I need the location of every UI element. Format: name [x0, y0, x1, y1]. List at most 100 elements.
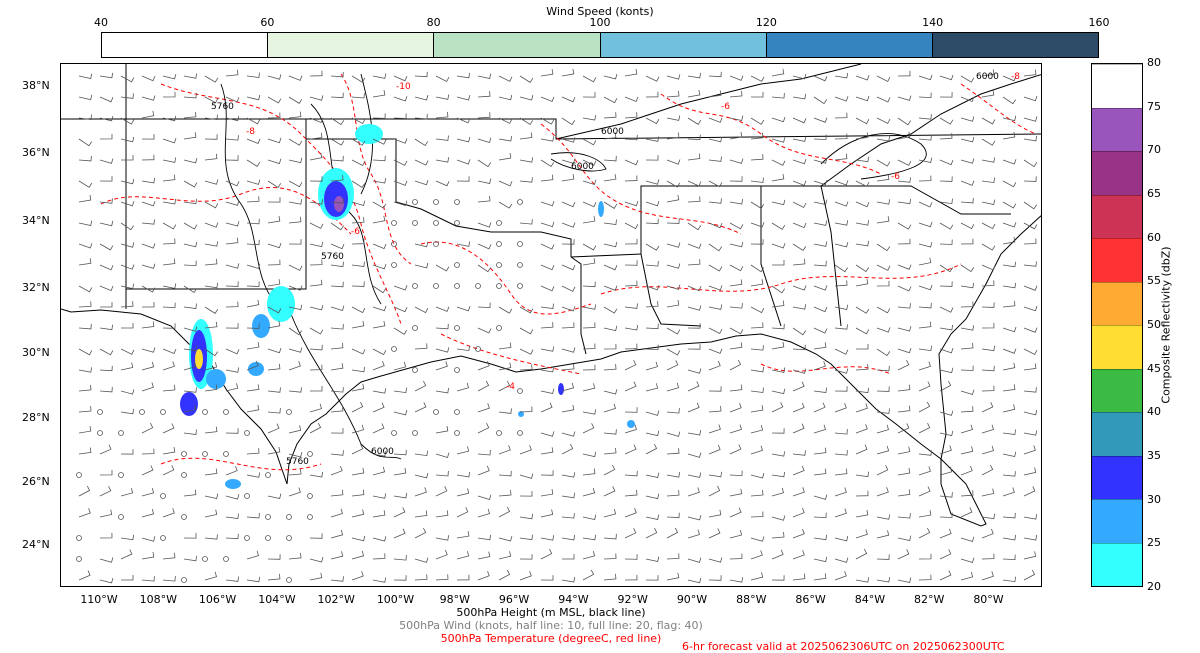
wind-barb [939, 410, 954, 416]
wind-barbs [76, 68, 1038, 584]
wind-barb [645, 200, 660, 207]
wind-barb [771, 285, 786, 294]
wind-barb [960, 446, 974, 455]
wind-barb [183, 73, 198, 79]
wind-barb [939, 445, 952, 455]
wind-barb [624, 112, 638, 119]
wind-barb [414, 343, 428, 350]
wind-barb [960, 557, 975, 564]
longitude-label: 110°W [80, 593, 118, 606]
wind-barb [582, 514, 597, 520]
wind-barb [141, 422, 154, 434]
wind-barb [183, 429, 197, 435]
wind-barb [624, 470, 638, 477]
wind-barb [939, 324, 953, 331]
wind-barb [1002, 222, 1017, 228]
latitude-label: 36°N [22, 146, 50, 159]
wind-barb [78, 155, 92, 162]
calm-wind-marker [496, 325, 502, 331]
wind-barb [435, 574, 449, 581]
wind-barb [918, 74, 933, 81]
reflectivity-colorbar-tick: 65 [1147, 187, 1161, 200]
wind-barb [435, 387, 449, 394]
wind-barb [288, 264, 303, 271]
wind-barb [246, 72, 260, 78]
wind-barb [666, 382, 679, 392]
wind-barb [897, 384, 911, 392]
wind-barb [960, 342, 974, 350]
wind-barb [99, 444, 112, 455]
wind-barb [603, 285, 618, 291]
wind-barb [960, 238, 974, 245]
height-label: 6000 [601, 127, 624, 137]
wind-barb [456, 574, 470, 581]
wind-barb [771, 515, 786, 521]
wind-barb [834, 508, 847, 518]
wind-barb [372, 201, 387, 209]
wind-barb [960, 406, 974, 413]
wind-barb [666, 512, 680, 519]
wind-barb [519, 306, 534, 314]
wind-barb [330, 261, 344, 268]
longitude-label: 108°W [139, 593, 177, 606]
wind-barb [708, 557, 723, 563]
wind-barb [813, 75, 828, 82]
wind-barb [183, 111, 197, 119]
wind-barb [813, 285, 828, 291]
wind-barb [330, 281, 344, 288]
calm-wind-marker [454, 220, 460, 226]
wind-barb [771, 116, 786, 123]
wind-barb [918, 361, 931, 371]
wind-barb [204, 222, 219, 228]
wind-barb [1002, 300, 1016, 308]
wind-barb [561, 239, 575, 245]
wind-barb [918, 221, 933, 228]
wind-barb [645, 91, 659, 98]
wind-barb [267, 573, 281, 581]
reflectivity-colorbar-segment [1092, 542, 1142, 586]
wind-barb [267, 554, 281, 560]
wind-barb [351, 217, 365, 224]
wind-barb [792, 465, 805, 476]
wind-barb [897, 467, 911, 476]
calm-wind-marker [517, 241, 523, 247]
wind-barb [456, 446, 470, 455]
wind-barb [792, 117, 807, 124]
calm-wind-marker [160, 493, 166, 499]
wind-barb [603, 429, 617, 435]
wind-barb [414, 527, 427, 539]
wind-barb [897, 70, 911, 77]
wind-barb [792, 285, 807, 291]
wind-barb [729, 158, 744, 164]
wind-barb [876, 264, 891, 271]
weather-map: 5760 5760 5760 6000 6000 6000 6000 -10 -… [60, 63, 1042, 587]
wind-barb [1023, 514, 1038, 520]
wind-barb [288, 111, 302, 119]
wind-barb [204, 571, 217, 581]
wind-barb [750, 75, 765, 82]
wind-barb [99, 486, 112, 497]
wind-barb [772, 260, 785, 266]
wind-barb [960, 158, 975, 164]
wind-barb [897, 95, 912, 101]
wind-barb [141, 361, 155, 371]
wind-barb [498, 94, 513, 101]
wind-colorbar-segment [102, 33, 268, 57]
wind-barb [519, 157, 534, 163]
wind-barb [477, 327, 492, 334]
wind-barb [372, 553, 386, 560]
wind-barb [498, 201, 513, 209]
wind-barb [435, 94, 450, 100]
wind-barb [99, 158, 114, 164]
calm-wind-marker [412, 199, 418, 205]
wind-barb [687, 402, 700, 413]
reflectivity-colorbar-tick: 70 [1147, 143, 1161, 157]
wind-barb [498, 445, 511, 455]
calm-wind-marker [496, 220, 502, 226]
wind-barb [918, 510, 932, 518]
wind-barb [351, 281, 365, 287]
wind-barb [855, 278, 869, 287]
calm-wind-marker [202, 451, 208, 457]
wind-barb [813, 260, 827, 267]
wind-barb [1002, 236, 1016, 245]
